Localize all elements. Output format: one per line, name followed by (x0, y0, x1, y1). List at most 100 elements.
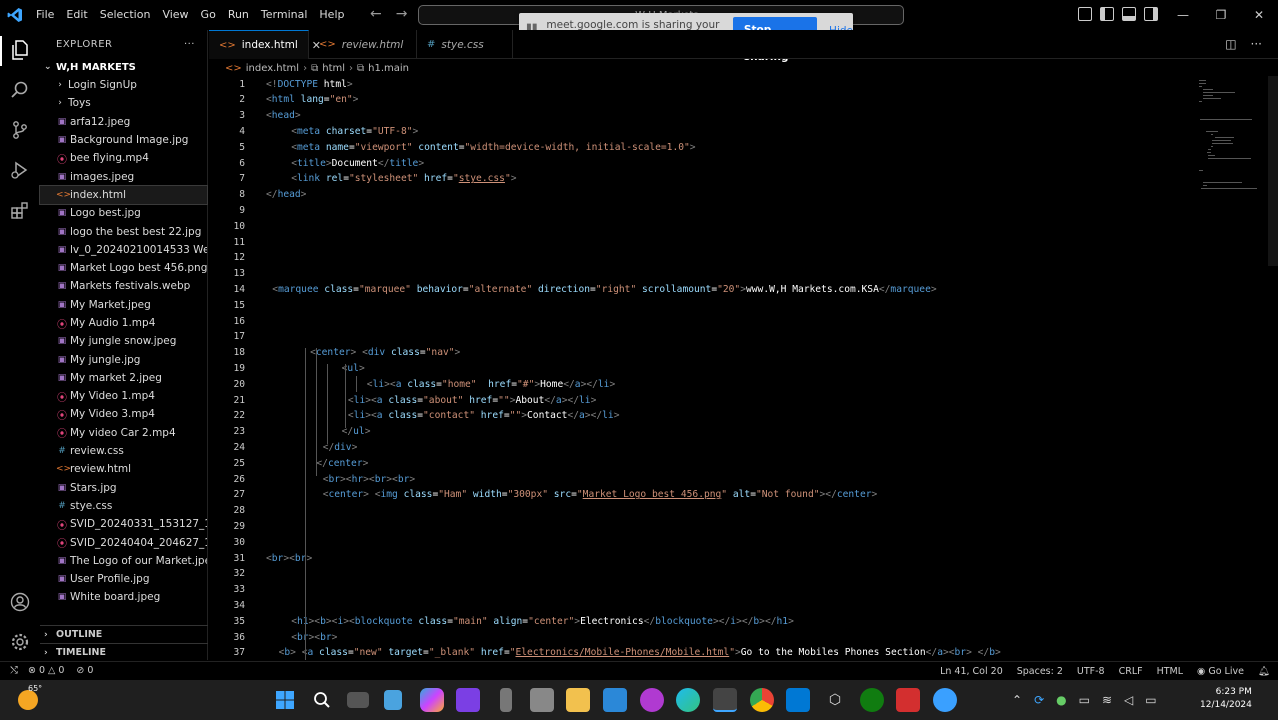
forward-arrow-icon[interactable]: → (396, 6, 408, 22)
vscode-taskbar-icon[interactable] (786, 688, 810, 712)
file-item[interactable]: ▣ My jungle.jpg (40, 350, 207, 368)
language-mode[interactable]: HTML (1157, 666, 1183, 677)
file-item[interactable]: ▣ The Logo of our Market.jpeg (40, 552, 207, 570)
ports-indicator[interactable]: ⊘ 0 (76, 665, 93, 676)
start-button-icon[interactable] (273, 688, 297, 712)
toggle-sidebar-icon[interactable] (1100, 7, 1114, 21)
more-actions-icon[interactable]: ··· (184, 39, 195, 50)
encoding[interactable]: UTF-8 (1077, 666, 1105, 677)
weather-widget[interactable]: 65° (14, 684, 42, 714)
file-item[interactable]: ⦿ SVID_20240404_204627_1... (40, 533, 207, 551)
file-item[interactable]: ⦿ My Video 1.mp4 (40, 387, 207, 405)
file-item[interactable]: ▣ logo the best best 22.jpg (40, 222, 207, 240)
breadcrumb-h1[interactable]: h1.main (368, 63, 409, 74)
file-item[interactable]: ▣ My jungle snow.jpeg (40, 332, 207, 350)
battery-icon[interactable]: ▭ (1145, 693, 1156, 707)
file-item[interactable]: # stye.css (40, 497, 207, 515)
menu-file[interactable]: File (30, 0, 60, 30)
media-player-icon[interactable] (640, 688, 664, 712)
file-item[interactable]: ⦿ bee flying.mp4 (40, 149, 207, 167)
file-item[interactable]: ▣ Background Image.jpg (40, 131, 207, 149)
code-editor[interactable]: 1 <!DOCTYPE html> 2 <html lang="en"> 3 <head>… (209, 76, 1278, 662)
volume-icon[interactable]: ◁ (1124, 693, 1133, 707)
breadcrumb-html[interactable]: html (322, 63, 345, 74)
menu-view[interactable]: View (156, 0, 194, 30)
tab-index-html[interactable]: <> index.html ✕ (209, 30, 321, 59)
settings-gear-icon[interactable] (8, 630, 32, 654)
customize-layout-icon[interactable] (1078, 7, 1092, 21)
taskbar-search-icon[interactable] (310, 688, 334, 712)
go-live-button[interactable]: ◉ Go Live (1197, 666, 1244, 677)
folder-item[interactable]: › Login SignUp (40, 76, 207, 94)
file-item[interactable]: ▣ User Profile.jpg (40, 570, 207, 588)
system-clock[interactable]: 6:23 PM 12/14/2024 (1200, 686, 1252, 712)
file-item[interactable]: ▣ Stars.jpg (40, 479, 207, 497)
menu-terminal[interactable]: Terminal (255, 0, 314, 30)
file-item[interactable]: ▣ Logo best.jpg (40, 204, 207, 222)
edge-browser-icon[interactable] (676, 688, 700, 712)
video-editor-icon[interactable] (456, 688, 480, 712)
outline-section[interactable]: › OUTLINE (40, 625, 208, 643)
red-app-icon[interactable] (896, 688, 920, 712)
file-item[interactable]: <> review.html (40, 460, 207, 478)
split-editor-icon[interactable]: ◫ (1225, 37, 1236, 51)
root-folder[interactable]: ⌄ W,H MARKETS (40, 58, 207, 76)
menu-edit[interactable]: Edit (60, 0, 93, 30)
task-view-icon[interactable] (347, 692, 369, 708)
mic-icon[interactable]: ● (1056, 693, 1066, 707)
wifi-icon[interactable]: ≋ (1102, 693, 1112, 707)
run-debug-icon[interactable] (8, 158, 32, 182)
remote-indicator-icon[interactable]: ⤭ (0, 665, 28, 676)
menu-go[interactable]: Go (195, 0, 222, 30)
file-item[interactable]: ⦿SVID_20240331_153127_1 ... (40, 515, 207, 533)
sync-icon[interactable]: ⟳ (1034, 693, 1044, 707)
indentation[interactable]: Spaces: 2 (1017, 666, 1063, 677)
close-window-button[interactable]: ✕ (1240, 0, 1278, 30)
source-control-icon[interactable] (8, 118, 32, 142)
vertical-scrollbar[interactable] (1268, 76, 1278, 266)
notifications-bell-icon[interactable]: 🔔︎ (1258, 666, 1270, 677)
file-item[interactable]: ▣ My market 2.jpeg (40, 369, 207, 387)
menu-help[interactable]: Help (313, 0, 350, 30)
menu-selection[interactable]: Selection (94, 0, 157, 30)
camera-icon[interactable] (530, 688, 554, 712)
restore-button[interactable]: ❐ (1202, 0, 1240, 30)
file-item[interactable]: ▣ images.jpeg (40, 167, 207, 185)
back-arrow-icon[interactable]: ← (370, 6, 382, 22)
file-item[interactable]: ▣ Market Logo best 456.png (40, 259, 207, 277)
chrome-browser-icon[interactable] (750, 688, 774, 712)
file-item[interactable]: ⦿ My Video 3.mp4 (40, 405, 207, 423)
tab-review-html[interactable]: <> review.html (309, 30, 417, 59)
microsoft-store-icon[interactable] (603, 688, 627, 712)
3d-viewer-icon[interactable]: ⬡ (823, 688, 847, 712)
camera-tray-icon[interactable]: ▭ (1079, 693, 1090, 707)
file-item[interactable]: # review.css (40, 442, 207, 460)
copilot-icon[interactable] (420, 688, 444, 712)
microphone-app-icon[interactable] (500, 688, 512, 712)
file-item[interactable]: ▣ Markets festivals.webp (40, 277, 207, 295)
extensions-icon[interactable] (8, 198, 32, 222)
file-item[interactable]: ▣ White board.jpeg (40, 588, 207, 606)
minimap[interactable] (1191, 76, 1277, 356)
explorer-icon[interactable] (8, 38, 32, 62)
timeline-section[interactable]: › TIMELINE (40, 643, 208, 661)
file-item[interactable]: <> index.html (39, 184, 208, 206)
more-actions-icon[interactable]: ··· (1251, 37, 1262, 51)
tab-stye-css[interactable]: # stye.css (417, 30, 513, 59)
file-item[interactable]: ▣lv_0_20240210014533 Weo... (40, 241, 207, 259)
file-item[interactable]: ▣ arfa12.jpeg (40, 113, 207, 131)
cursor-position[interactable]: Ln 41, Col 20 (940, 666, 1003, 677)
file-item[interactable]: ⦿ My video Car 2.mp4 (40, 424, 207, 442)
chevron-up-icon[interactable]: ⌃ (1012, 693, 1022, 707)
line-ending[interactable]: CRLF (1119, 666, 1143, 677)
search-icon[interactable] (8, 78, 32, 102)
globe-app-icon[interactable] (933, 688, 957, 712)
xbox-icon[interactable] (860, 688, 884, 712)
breadcrumb-file[interactable]: index.html (246, 63, 299, 74)
menu-run[interactable]: Run (222, 0, 255, 30)
toggle-panel-icon[interactable] (1122, 7, 1136, 21)
folder-item[interactable]: › Toys (40, 94, 207, 112)
notepad-icon[interactable] (384, 690, 402, 710)
snipping-tool-icon[interactable] (713, 688, 737, 712)
problems-indicator[interactable]: ⊗ 0 △ 0 (28, 665, 64, 676)
